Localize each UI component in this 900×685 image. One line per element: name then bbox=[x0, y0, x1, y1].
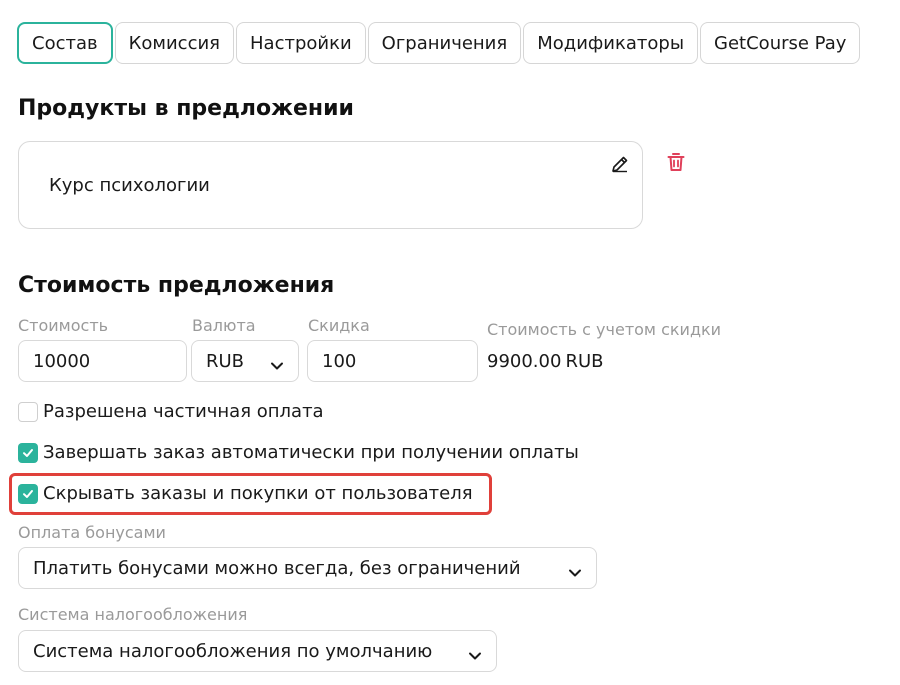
checkbox-checked[interactable] bbox=[18, 483, 38, 504]
bonus-select[interactable]: Платить бонусами можно всегда, без огран… bbox=[18, 547, 597, 589]
tab-getcourse-pay[interactable]: GetCourse Pay bbox=[700, 22, 861, 64]
tab-settings[interactable]: Настройки bbox=[236, 22, 366, 64]
tab-modifiers[interactable]: Модификаторы bbox=[523, 22, 699, 64]
products-section-title: Продукты в предложении bbox=[18, 96, 354, 121]
chevron-down-icon bbox=[568, 562, 582, 577]
option-auto-complete[interactable]: Завершать заказ автоматически при получе… bbox=[18, 442, 579, 463]
chevron-down-icon bbox=[270, 355, 284, 370]
tab-composition[interactable]: Состав bbox=[17, 22, 113, 64]
discount-value: 100 bbox=[322, 350, 357, 372]
option-label: Скрывать заказы и покупки от пользовател… bbox=[43, 483, 473, 504]
tab-bar: Состав Комиссия Настройки Ограничения Мо… bbox=[17, 22, 862, 64]
product-name: Курс психологии bbox=[49, 175, 210, 196]
price-input[interactable]: 10000 bbox=[18, 340, 187, 382]
tab-restrictions[interactable]: Ограничения bbox=[367, 22, 522, 64]
price-label: Стоимость bbox=[18, 316, 109, 335]
option-hide-orders[interactable]: Скрывать заказы и покупки от пользовател… bbox=[18, 483, 473, 504]
price-value: 10000 bbox=[33, 350, 91, 372]
currency-label: Валюта bbox=[192, 316, 256, 335]
discount-input[interactable]: 100 bbox=[307, 340, 478, 382]
product-card: Курс психологии bbox=[18, 141, 643, 229]
check-icon bbox=[23, 489, 33, 498]
option-partial-payment[interactable]: Разрешена частичная оплата bbox=[18, 401, 324, 422]
delete-icon[interactable] bbox=[665, 151, 687, 173]
checkbox-checked[interactable] bbox=[18, 442, 38, 463]
option-label: Разрешена частичная оплата bbox=[43, 401, 324, 422]
bonus-value: Платить бонусами можно всегда, без огран… bbox=[33, 557, 521, 579]
edit-icon[interactable] bbox=[610, 154, 630, 174]
total-price: 9900.00 RUB bbox=[487, 351, 603, 372]
checkbox-unchecked[interactable] bbox=[18, 401, 38, 422]
option-label: Завершать заказ автоматически при получе… bbox=[43, 442, 579, 463]
discount-label: Скидка bbox=[308, 316, 370, 335]
currency-value: RUB bbox=[206, 350, 245, 372]
total-label: Стоимость с учетом скидки bbox=[487, 320, 722, 339]
chevron-down-icon bbox=[468, 645, 482, 660]
total-currency: RUB bbox=[565, 351, 604, 372]
tab-commission[interactable]: Комиссия bbox=[114, 22, 234, 64]
bonus-label: Оплата бонусами bbox=[18, 523, 166, 542]
currency-select[interactable]: RUB bbox=[191, 340, 299, 382]
tax-value: Система налогообложения по умолчанию bbox=[33, 640, 433, 662]
tax-label: Система налогообложения bbox=[18, 605, 248, 624]
check-icon bbox=[23, 448, 33, 457]
tax-select[interactable]: Система налогообложения по умолчанию bbox=[18, 630, 497, 672]
pricing-section-title: Стоимость предложения bbox=[18, 273, 335, 298]
total-value: 9900.00 bbox=[487, 351, 562, 372]
